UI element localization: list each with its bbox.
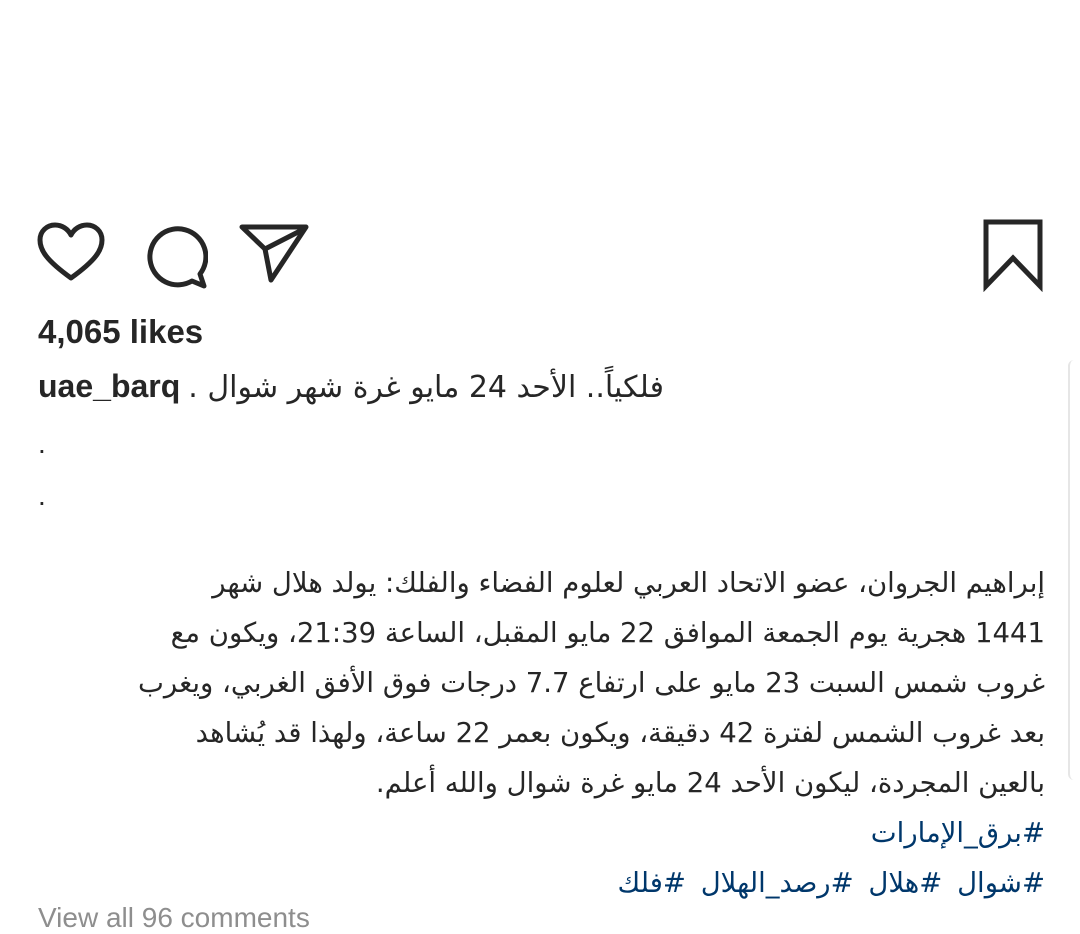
username-link[interactable]: uae_barq — [38, 368, 180, 404]
caption-headline: فلكياً.. الأحد 24 مايو غرة شهر شوال . — [188, 370, 664, 405]
heart-icon[interactable] — [36, 222, 106, 284]
post-action-bar — [0, 210, 1080, 300]
hashtag-link[interactable]: #هلال — [868, 867, 942, 899]
bookmark-icon[interactable] — [980, 218, 1046, 292]
paper-plane-icon[interactable] — [238, 222, 310, 284]
caption-body-line: إبراهيم الجروان، عضو الاتحاد العربي لعلو… — [212, 567, 1045, 599]
caption-body-line: بعد غروب الشمس لفترة 42 دقيقة، ويكون بعم… — [195, 717, 1045, 749]
caption-body-line: 1441 هجرية يوم الجمعة الموافق 22 مايو ال… — [170, 617, 1045, 649]
caption-headline-row: uae_barq فلكياً.. الأحد 24 مايو غرة شهر ش… — [38, 364, 698, 410]
hashtag-row: #برق_الإمارات — [40, 808, 1045, 858]
scrollbar[interactable] — [1068, 360, 1080, 780]
caption-dot: . — [38, 428, 46, 459]
caption-body-line: غروب شمس السبت 23 مايو على ارتفاع 7.7 در… — [138, 667, 1045, 699]
likes-count[interactable]: 4,065 likes — [38, 313, 203, 351]
caption-dot: . — [38, 480, 46, 511]
hashtag-link[interactable]: #رصد_الهلال — [701, 867, 854, 899]
caption-body: إبراهيم الجروان، عضو الاتحاد العربي لعلو… — [40, 558, 1045, 908]
comment-icon[interactable] — [140, 222, 208, 290]
caption-body-line: بالعين المجردة، ليكون الأحد 24 مايو غرة … — [375, 767, 1045, 799]
hashtag-link[interactable]: #فلك — [617, 867, 685, 899]
view-comments-link[interactable]: View all 96 comments — [38, 902, 310, 934]
hashtag-link[interactable]: #شوال — [957, 867, 1045, 899]
hashtag-link[interactable]: #برق_الإمارات — [871, 817, 1045, 849]
hashtag-row: #شوال #هلال #رصد_الهلال #فلك — [40, 858, 1045, 908]
